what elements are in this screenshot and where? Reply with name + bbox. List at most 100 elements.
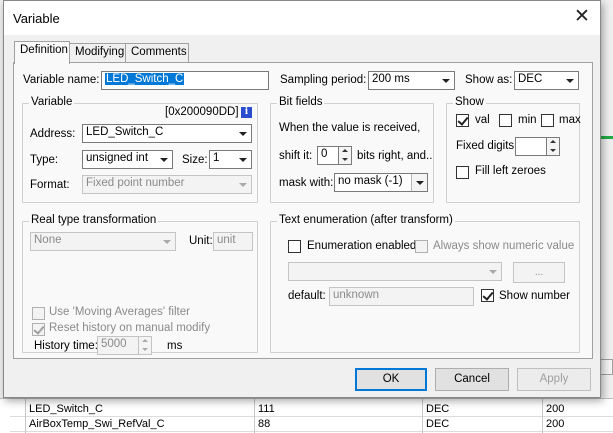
default-placeholder: unknown bbox=[333, 289, 380, 301]
enumeration-edit-button[interactable]: ... bbox=[513, 262, 565, 283]
enumeration-enabled-checkbox[interactable] bbox=[288, 240, 301, 253]
shift-suffix: bits right, and.. bbox=[357, 150, 433, 162]
shift-input[interactable]: 0 bbox=[317, 146, 339, 165]
row-name: LED_Switch_C bbox=[29, 403, 103, 415]
fixed-digits-spinner[interactable] bbox=[546, 137, 560, 156]
fixed-digits-input[interactable] bbox=[515, 137, 547, 156]
table-row[interactable]: LED_Switch_C 111 DEC 200 bbox=[10, 402, 613, 417]
real-type-group: Real type transformation None Unit: unit… bbox=[22, 214, 258, 355]
chevron-down-icon[interactable] bbox=[411, 174, 427, 191]
max-checkbox[interactable] bbox=[541, 114, 554, 127]
unit-input[interactable]: unit bbox=[213, 232, 253, 251]
text-enum-title: Text enumeration (after transform) bbox=[277, 214, 455, 226]
sampling-period-value: 200 ms bbox=[372, 73, 410, 85]
shift-spinner[interactable] bbox=[338, 146, 352, 165]
sampling-period-select[interactable]: 200 ms bbox=[368, 71, 455, 90]
reset-history-checkbox[interactable] bbox=[32, 323, 45, 336]
text-enum-group: Text enumeration (after transform) Enume… bbox=[270, 214, 580, 353]
show-group-title: Show bbox=[453, 96, 486, 108]
moving-averages-label: Use 'Moving Averages' filter bbox=[49, 306, 190, 318]
fill-zeroes-label: Fill left zeroes bbox=[475, 165, 546, 177]
unit-placeholder: unit bbox=[217, 234, 236, 246]
chevron-down-icon[interactable] bbox=[438, 72, 454, 89]
show-as-label: Show as: bbox=[465, 74, 513, 86]
mask-value: no mask (-1) bbox=[338, 175, 403, 187]
table-gridline bbox=[542, 398, 543, 433]
history-time-label: History time: bbox=[34, 340, 98, 352]
chevron-down-icon bbox=[485, 263, 501, 280]
always-numeric-label: Always show numeric value bbox=[433, 240, 575, 252]
type-select[interactable]: unsigned int bbox=[82, 150, 173, 169]
tab-modifying[interactable]: Modifying bbox=[69, 43, 126, 63]
mask-label: mask with: bbox=[279, 177, 334, 189]
chevron-down-icon bbox=[159, 233, 175, 250]
always-numeric-checkbox[interactable] bbox=[415, 240, 428, 253]
size-select[interactable]: 1 bbox=[209, 150, 252, 169]
fixed-digits-label: Fixed digits: bbox=[456, 140, 518, 152]
bit-fields-title: Bit fields bbox=[277, 96, 325, 108]
default-label: default: bbox=[288, 290, 326, 302]
show-number-label: Show number bbox=[499, 290, 570, 302]
show-number-checkbox[interactable] bbox=[481, 289, 494, 302]
address-value: LED_Switch_C bbox=[86, 126, 164, 138]
table-row[interactable]: AirBoxTemp_Swi_RefVal_C 88 DEC 200 bbox=[10, 417, 613, 432]
unit-label: Unit: bbox=[189, 235, 213, 247]
shift-label: shift it: bbox=[279, 150, 313, 162]
type-label: Type: bbox=[30, 154, 59, 166]
history-time-unit: ms bbox=[167, 340, 183, 352]
definition-panel: Variable name: LED_Switch_C Sampling per… bbox=[13, 62, 593, 359]
address-select[interactable]: LED_Switch_C bbox=[82, 124, 252, 143]
dialog-titlebar[interactable]: Variable ✕ bbox=[4, 1, 600, 35]
show-as-select[interactable]: DEC bbox=[514, 71, 579, 90]
variable-dialog: Variable ✕ Definition Modifying Comments… bbox=[3, 0, 601, 398]
real-type-title: Real type transformation bbox=[29, 214, 159, 226]
row-show: DEC bbox=[426, 418, 450, 430]
shift-value: 0 bbox=[321, 148, 328, 160]
cancel-button[interactable]: Cancel bbox=[435, 368, 509, 391]
chevron-down-icon[interactable] bbox=[156, 151, 172, 168]
close-icon[interactable]: ✕ bbox=[572, 6, 592, 28]
sampling-period-label: Sampling period: bbox=[280, 74, 367, 86]
real-type-value: None bbox=[34, 234, 62, 246]
real-type-select[interactable]: None bbox=[30, 232, 176, 251]
max-label: max bbox=[559, 114, 581, 126]
ok-button[interactable]: OK bbox=[355, 368, 427, 391]
apply-button[interactable]: Apply bbox=[517, 368, 591, 391]
enumeration-select[interactable] bbox=[288, 262, 502, 281]
history-time-spinner[interactable] bbox=[138, 336, 152, 355]
chevron-down-icon[interactable] bbox=[235, 151, 251, 168]
tab-definition[interactable]: Definition bbox=[14, 41, 70, 64]
tab-comments[interactable]: Comments bbox=[125, 43, 189, 63]
bit-fields-group: Bit fields When the value is received, s… bbox=[270, 96, 434, 203]
row-show: DEC bbox=[426, 403, 450, 415]
variable-group: Variable [0x200090DD] i Address: LED_Swi… bbox=[22, 96, 258, 203]
val-checkbox[interactable] bbox=[456, 114, 469, 127]
variable-group-title: Variable bbox=[29, 96, 75, 108]
info-icon[interactable]: i bbox=[241, 107, 252, 118]
variable-name-input[interactable]: LED_Switch_C bbox=[101, 71, 269, 90]
type-value: unsigned int bbox=[86, 152, 149, 164]
table-gridline bbox=[25, 398, 26, 433]
fill-zeroes-checkbox[interactable] bbox=[456, 166, 469, 179]
variable-name-label: Variable name: bbox=[23, 74, 100, 86]
show-group: Show val min max Fixed digits: Fill left… bbox=[446, 96, 581, 203]
default-input[interactable]: unknown bbox=[329, 287, 474, 306]
mask-select[interactable]: no mask (-1) bbox=[334, 173, 428, 192]
val-label: val bbox=[475, 114, 490, 126]
chevron-down-icon[interactable] bbox=[562, 72, 578, 89]
table-gridline bbox=[422, 398, 423, 433]
enumeration-enabled-label: Enumeration enabled bbox=[307, 240, 417, 252]
format-select[interactable]: Fixed point number bbox=[82, 175, 252, 194]
history-time-input[interactable]: 5000 bbox=[97, 336, 139, 355]
moving-averages-checkbox[interactable] bbox=[32, 307, 45, 320]
chevron-down-icon bbox=[235, 176, 251, 193]
variable-name-value: LED_Switch_C bbox=[105, 73, 185, 85]
reset-history-label: Reset history on manual modify bbox=[49, 322, 211, 334]
address-label: Address: bbox=[30, 128, 76, 140]
chevron-down-icon[interactable] bbox=[235, 125, 251, 142]
min-label: min bbox=[518, 114, 537, 126]
format-label: Format: bbox=[30, 179, 70, 191]
show-as-value: DEC bbox=[518, 73, 543, 85]
min-checkbox[interactable] bbox=[499, 114, 512, 127]
row-period: 200 bbox=[546, 418, 565, 430]
